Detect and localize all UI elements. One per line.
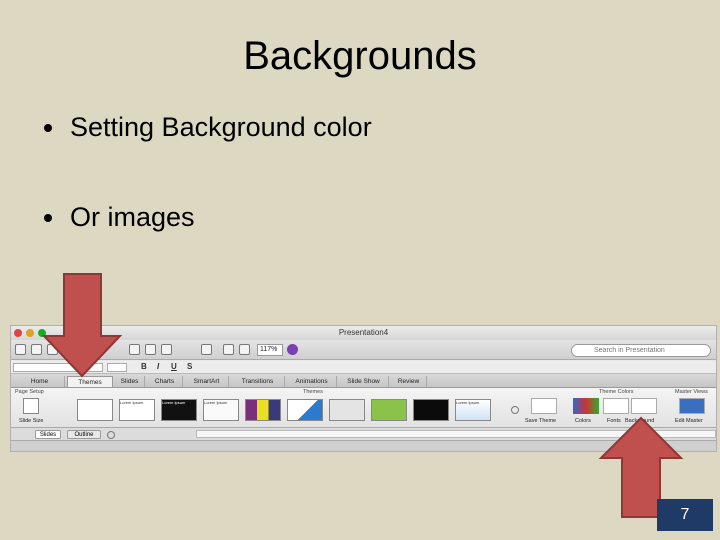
editing-area <box>11 441 716 451</box>
tab-slides[interactable]: Slides <box>115 376 145 387</box>
paste-icon[interactable] <box>129 344 140 355</box>
tab-outline-pane[interactable]: Outline <box>67 430 101 439</box>
horizontal-ruler[interactable] <box>196 430 716 438</box>
arrow-overlays <box>41 273 684 518</box>
tab-review[interactable]: Review <box>391 376 427 387</box>
theme-thumb-text: Lorem Ipsum <box>456 400 480 405</box>
colors-label[interactable]: Colors <box>575 418 591 424</box>
underline-button[interactable]: U <box>171 362 177 371</box>
fonts-icon[interactable] <box>603 398 629 414</box>
bullet-dot-icon <box>44 213 52 222</box>
tab-slide-show[interactable]: Slide Show <box>339 376 389 387</box>
background-icon[interactable] <box>631 398 657 414</box>
theme-colors-group-label: Theme Colors <box>599 389 634 395</box>
save-theme-icon[interactable] <box>531 398 557 414</box>
tab-smartart[interactable]: SmartArt <box>185 376 229 387</box>
theme-thumb-text: Lorem Ipsum <box>204 400 228 405</box>
background-label[interactable]: Background <box>625 418 654 424</box>
edit-master-label[interactable]: Edit Master <box>675 418 703 424</box>
tab-animations[interactable]: Animations <box>287 376 337 387</box>
edit-master-icon[interactable] <box>679 398 705 414</box>
shadow-button[interactable]: S <box>187 362 192 371</box>
close-pane-icon[interactable] <box>107 431 115 439</box>
page-number: 7 <box>657 499 713 531</box>
theme-thumb[interactable]: Lorem Ipsum <box>203 399 239 421</box>
more-themes-icon[interactable] <box>511 406 519 414</box>
app-screenshot: Presentation4 117% Search in Presentatio… <box>10 325 717 452</box>
tab-charts[interactable]: Charts <box>147 376 183 387</box>
tab-home[interactable]: Home <box>15 376 65 387</box>
bullet-item: Setting Background color <box>44 112 372 143</box>
redo-icon[interactable] <box>201 344 212 355</box>
print-icon[interactable] <box>239 344 250 355</box>
master-views-group-label: Master Views <box>675 389 708 395</box>
bullet-text: Setting Background color <box>70 112 372 142</box>
slide-title: Backgrounds <box>243 34 477 78</box>
help-icon[interactable] <box>287 344 298 355</box>
search-input[interactable]: Search in Presentation <box>571 344 711 357</box>
theme-thumb[interactable] <box>413 399 449 421</box>
tab-slides-pane[interactable]: Slides <box>35 430 61 439</box>
italic-button[interactable]: I <box>157 362 159 371</box>
theme-thumb[interactable]: Lorem Ipsum <box>161 399 197 421</box>
font-size-field[interactable] <box>107 363 127 372</box>
colors-icon[interactable] <box>573 398 599 414</box>
bold-button[interactable]: B <box>141 362 147 371</box>
bullet-text: Or images <box>70 202 195 232</box>
theme-thumb[interactable] <box>287 399 323 421</box>
window-title: Presentation4 <box>338 328 389 337</box>
zoom-field[interactable]: 117% <box>257 344 283 356</box>
save-theme-label[interactable]: Save Theme <box>525 418 556 424</box>
theme-thumb[interactable] <box>371 399 407 421</box>
page-setup-group-label: Page Setup <box>15 389 44 395</box>
tab-themes[interactable]: Themes <box>67 376 113 387</box>
theme-thumb-text: Lorem Ipsum <box>162 400 186 405</box>
undo-icon[interactable] <box>161 344 172 355</box>
theme-thumb[interactable]: Lorem Ipsum <box>119 399 155 421</box>
theme-thumb-text: Lorem Ipsum <box>120 400 144 405</box>
format-icon[interactable] <box>145 344 156 355</box>
font-name-field[interactable] <box>13 363 103 372</box>
theme-thumb[interactable]: Lorem Ipsum <box>455 399 491 421</box>
gallery-icon[interactable] <box>31 344 42 355</box>
window-titlebar: Presentation4 <box>11 326 716 340</box>
slide-show-icon[interactable] <box>223 344 234 355</box>
bullet-dot-icon <box>44 123 52 132</box>
themes-group-label: Themes <box>303 389 323 395</box>
bullet-item: Or images <box>44 202 195 233</box>
standard-toolbar: 117% Search in Presentation <box>11 340 716 360</box>
open-icon[interactable] <box>47 344 58 355</box>
slide-size-icon[interactable] <box>23 398 39 414</box>
theme-thumb[interactable] <box>77 399 113 421</box>
ribbon-tabs: Home Themes Slides Charts SmartArt Trans… <box>11 374 716 388</box>
tab-transitions[interactable]: Transitions <box>231 376 285 387</box>
slide-size-label: Slide Size <box>19 418 44 424</box>
theme-thumb[interactable] <box>329 399 365 421</box>
format-bar: B I U S <box>11 361 716 374</box>
new-icon[interactable] <box>15 344 26 355</box>
fonts-label[interactable]: Fonts <box>607 418 621 424</box>
theme-thumb[interactable] <box>245 399 281 421</box>
themes-ribbon: Page Setup Slide Size Themes Lorem Ipsum… <box>11 388 716 428</box>
